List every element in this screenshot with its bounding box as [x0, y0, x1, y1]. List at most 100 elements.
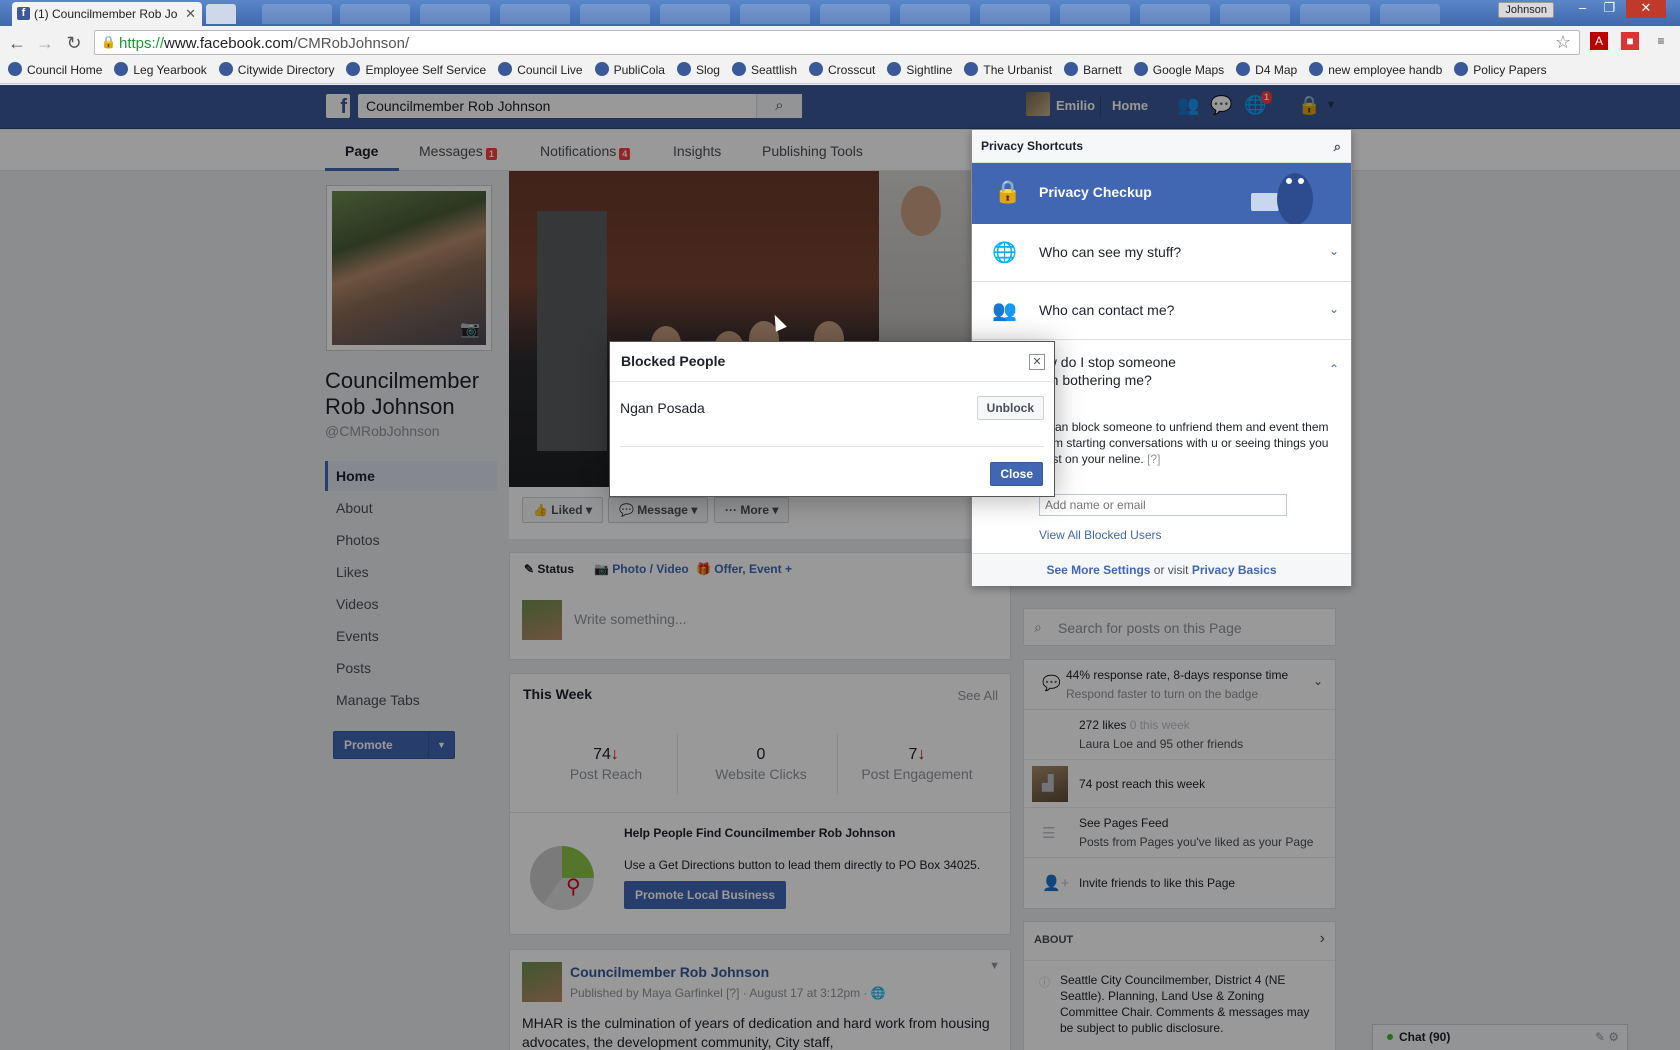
bookmark-item[interactable]: Employee Self Service: [346, 59, 486, 81]
urbanist-icon: [964, 62, 979, 76]
bookmark-item[interactable]: Leg Yearbook: [114, 59, 207, 81]
chevron-up-icon: ⌃: [1328, 362, 1339, 376]
bookmark-label: Crosscut: [828, 63, 876, 77]
barnett-icon: [1064, 62, 1079, 76]
browser-tab[interactable]: [340, 4, 410, 24]
bookmark-item[interactable]: new employee handb: [1309, 59, 1442, 81]
restore-window-icon[interactable]: ❐: [1596, 0, 1623, 18]
block-description: u can block someone to unfriend them and…: [1039, 420, 1329, 466]
lock-icon: 🔒: [994, 179, 1022, 204]
address-bar[interactable]: 🔒 https://www.facebook.com/CMRobJohnson/…: [94, 30, 1580, 55]
who-can-see-row[interactable]: 🌐 Who can see my stuff? ⌄: [972, 224, 1351, 282]
browser-tab[interactable]: [262, 4, 332, 24]
bookmark-item[interactable]: Sightline: [887, 59, 952, 81]
bookmark-label: Barnett: [1083, 63, 1122, 77]
bookmarks-bar: Council Home Leg Yearbook Citywide Directo…: [8, 59, 1559, 81]
crosscut-icon: [809, 62, 824, 76]
divider: [620, 446, 1044, 447]
back-icon[interactable]: ←: [6, 32, 28, 54]
unblock-button[interactable]: Unblock: [976, 396, 1044, 420]
new-tab-button[interactable]: [206, 4, 236, 24]
bookmark-item[interactable]: Slog: [676, 59, 720, 81]
browser-toolbar: ← → ↻ 🔒 https://www.facebook.com/CMRobJo…: [0, 26, 1680, 84]
privacy-dinosaur-icon: [1251, 173, 1313, 224]
bookmark-item[interactable]: D4 Map: [1236, 59, 1297, 81]
secure-lock-icon: 🔒: [101, 35, 116, 49]
add-name-or-email-input[interactable]: [1039, 494, 1287, 516]
publicola-icon: [594, 62, 609, 76]
browser-tab[interactable]: [500, 4, 570, 24]
bookmark-star-icon[interactable]: ☆: [1555, 32, 1571, 53]
privacy-basics-link[interactable]: Privacy Basics: [1192, 563, 1277, 577]
tab-title: (1) Councilmember Rob Jo: [34, 7, 178, 21]
search-icon[interactable]: ⌕: [1334, 130, 1341, 163]
bookmark-item[interactable]: Council Live: [498, 59, 583, 81]
browser-tab[interactable]: [1380, 4, 1440, 24]
facebook-favicon-icon: f: [17, 7, 30, 20]
browser-tab[interactable]: [1060, 4, 1130, 24]
bookmark-item[interactable]: Crosscut: [809, 59, 875, 81]
bookmark-label: Employee Self Service: [365, 63, 487, 77]
browser-tab[interactable]: [900, 4, 970, 24]
url-text: https://www.facebook.com/CMRobJohnson/: [119, 35, 410, 52]
bookmark-item[interactable]: Seattlish: [731, 59, 798, 81]
browser-tab[interactable]: [820, 4, 890, 24]
bookmark-item[interactable]: Policy Papers: [1454, 59, 1547, 81]
minimize-window-icon[interactable]: –: [1569, 0, 1596, 18]
browser-tab[interactable]: [660, 4, 730, 24]
who-can-contact-row[interactable]: 👥 Who can contact me? ⌄: [972, 282, 1351, 340]
browser-tab[interactable]: [740, 4, 810, 24]
close-window-icon[interactable]: ✕: [1626, 0, 1666, 18]
browser-tab[interactable]: [980, 4, 1050, 24]
pdf-extension-icon[interactable]: A: [1590, 32, 1608, 50]
browser-tab[interactable]: [1300, 4, 1370, 24]
bookmark-label: Seattlish: [750, 63, 798, 77]
privacy-checkup-row[interactable]: 🔒 Privacy Checkup: [972, 163, 1351, 224]
seattle-logo-icon: [218, 62, 233, 76]
close-button[interactable]: Close: [990, 462, 1043, 486]
close-icon[interactable]: ✕: [1029, 354, 1045, 370]
bookmark-item[interactable]: Barnett: [1064, 59, 1122, 81]
map-icon: [1236, 62, 1251, 76]
help-link[interactable]: [?]: [1147, 452, 1160, 466]
bookmark-label: Sightline: [906, 63, 953, 77]
browser-tab[interactable]: [1140, 4, 1210, 24]
bookmark-label: The Urbanist: [983, 63, 1053, 77]
browser-tab[interactable]: [420, 4, 490, 24]
browser-tab-strip: f (1) Councilmember Rob Jo ✕ Johnson – ❐…: [0, 0, 1680, 26]
chrome-menu-icon[interactable]: ≡: [1652, 32, 1670, 50]
dialog-title: Blocked People: [610, 342, 1054, 382]
people-icon: 👥: [992, 300, 1017, 322]
seattle-logo-icon: [114, 62, 129, 76]
browser-tab-active[interactable]: f (1) Councilmember Rob Jo ✕: [12, 2, 202, 26]
bookmark-label: Slog: [695, 63, 720, 77]
close-tab-icon[interactable]: ✕: [185, 2, 196, 26]
view-all-blocked-users-link[interactable]: View All Blocked Users: [1039, 528, 1162, 542]
bookmark-label: Council Home: [27, 63, 103, 77]
bookmark-item[interactable]: PubliCola: [594, 59, 665, 81]
bookmark-item[interactable]: Council Home: [8, 59, 102, 81]
bookmark-label: new employee handb: [1328, 63, 1443, 77]
bookmark-label: Leg Yearbook: [133, 63, 207, 77]
bookmark-label: D4 Map: [1255, 63, 1298, 77]
browser-tab[interactable]: [580, 4, 650, 24]
reload-icon[interactable]: ↻: [63, 32, 85, 54]
browser-tab[interactable]: [1220, 4, 1290, 24]
modal-overlay[interactable]: [0, 85, 1680, 1050]
blocked-person-name: Ngan Posada: [620, 400, 705, 416]
slog-icon: [676, 62, 691, 76]
bookmark-item[interactable]: Google Maps: [1133, 59, 1225, 81]
extension-icon[interactable]: ■: [1621, 32, 1639, 50]
bookmark-label: Policy Papers: [1473, 63, 1547, 77]
privacy-shortcuts-header: Privacy Shortcuts ⌕: [972, 130, 1351, 163]
forward-icon[interactable]: →: [34, 32, 56, 54]
folder-icon: [1454, 62, 1469, 76]
see-more-settings-link[interactable]: See More Settings: [1046, 563, 1150, 577]
seattle-logo-icon: [498, 62, 513, 76]
globe-icon: 🌐: [992, 242, 1017, 264]
bookmark-item[interactable]: Citywide Directory: [218, 59, 334, 81]
seattle-logo-icon: [346, 62, 361, 76]
bookmark-item[interactable]: The Urbanist: [964, 59, 1052, 81]
bookmark-label: Google Maps: [1152, 63, 1225, 77]
bookmark-label: Council Live: [517, 63, 583, 77]
